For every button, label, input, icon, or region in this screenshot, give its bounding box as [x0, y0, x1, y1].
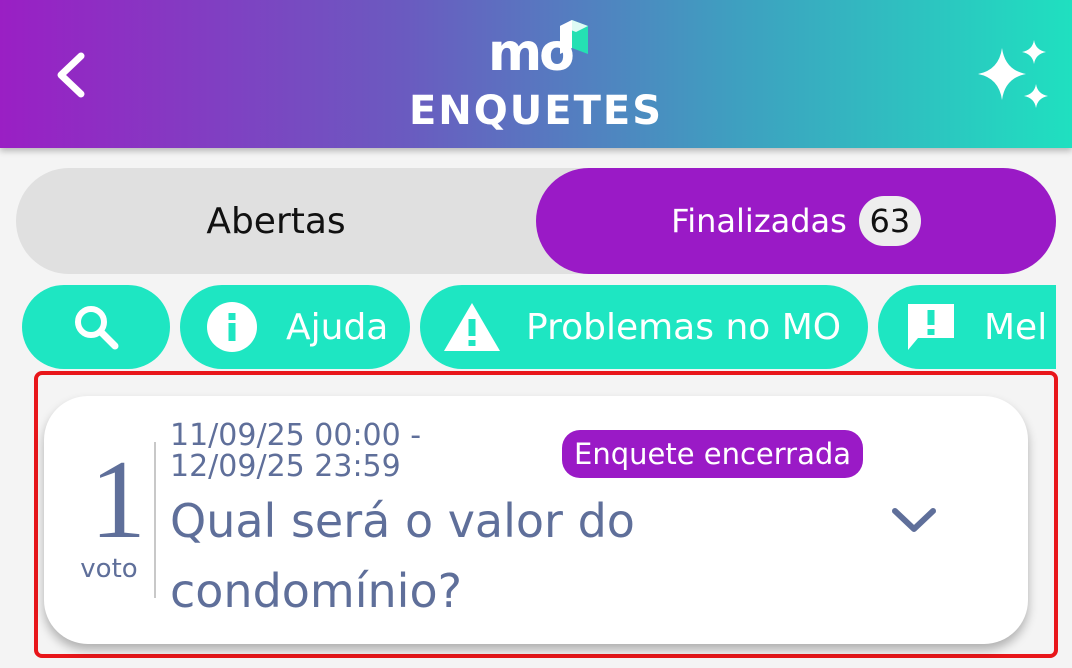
- ai-assistant-button[interactable]: [970, 36, 1054, 116]
- status-badge: Enquete encerrada: [562, 430, 864, 478]
- info-icon: [206, 301, 258, 353]
- poll-card[interactable]: 1 voto 11/09/25 00:00 - 12/09/25 23:59 E…: [44, 396, 1028, 644]
- tab-abertas-label: Abertas: [206, 200, 346, 242]
- poll-date-range: 11/09/25 00:00 - 12/09/25 23:59: [170, 420, 460, 482]
- search-chip[interactable]: [22, 285, 170, 369]
- expand-button[interactable]: [886, 496, 942, 544]
- chevron-down-icon: [892, 508, 936, 532]
- problems-chip-label: Problemas no MO: [526, 306, 842, 348]
- vote-label: voto: [80, 554, 138, 584]
- page-title: ENQUETES: [408, 88, 664, 134]
- vote-count: 1: [90, 438, 146, 562]
- poll-question: Qual será o valor do condomínio?: [170, 494, 635, 618]
- finalizadas-count-badge: 63: [858, 196, 921, 246]
- app-header: mo ENQUETES: [0, 0, 1072, 148]
- help-chip[interactable]: Ajuda: [180, 285, 410, 369]
- help-chip-label: Ajuda: [286, 306, 389, 348]
- problems-chip[interactable]: Problemas no MO: [420, 285, 868, 369]
- tab-finalizadas-label: Finalizadas: [671, 202, 847, 240]
- feedback-icon: [904, 300, 958, 354]
- card-divider: [154, 442, 156, 598]
- poll-date-end: 12/09/25 23:59: [170, 449, 401, 484]
- poll-date-start: 11/09/25 00:00 -: [170, 418, 422, 453]
- status-tabs: Abertas Finalizadas 63: [16, 168, 1056, 274]
- tab-finalizadas[interactable]: Finalizadas 63: [536, 168, 1056, 274]
- feedback-chip-label: Mel: [984, 306, 1048, 348]
- warning-icon: [442, 301, 502, 353]
- sparkles-icon: [978, 40, 1048, 108]
- tab-abertas[interactable]: Abertas: [16, 168, 536, 274]
- action-chips: Ajuda Problemas no MO Mel: [0, 285, 1056, 369]
- search-icon: [71, 302, 121, 352]
- feedback-chip[interactable]: Mel: [878, 285, 1056, 369]
- mo-logo: mo: [488, 12, 600, 83]
